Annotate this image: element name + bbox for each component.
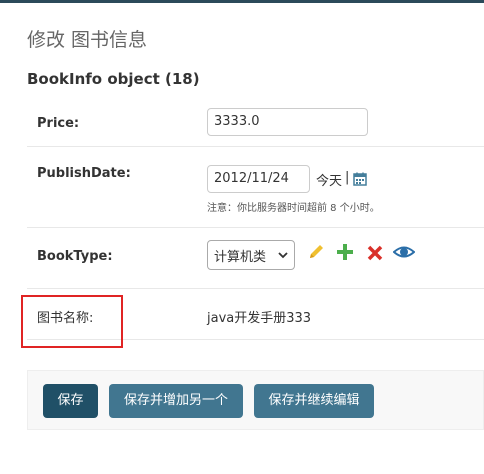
save-continue-button[interactable]: 保存并继续编辑: [254, 384, 374, 418]
save-add-another-button[interactable]: 保存并增加另一个: [109, 384, 243, 418]
publishdate-label: PublishDate:: [37, 166, 131, 181]
timezone-note: 注意：你比服务器时间超前 8 个小时。: [207, 203, 380, 214]
view-related-icon[interactable]: [393, 242, 415, 262]
date-separator: |: [345, 170, 350, 185]
booktype-selected-value: 计算机类: [214, 250, 267, 265]
today-link[interactable]: 今天: [316, 170, 342, 189]
highlight-box: [21, 295, 123, 348]
edit-related-icon[interactable]: [306, 242, 326, 262]
page-title: 修改 图书信息: [27, 29, 148, 51]
calendar-icon[interactable]: [353, 172, 367, 186]
form-row-price: Price: 3333.0: [27, 98, 484, 147]
price-label: Price:: [37, 116, 80, 131]
booktype-label: BookType:: [37, 249, 113, 264]
booktype-select[interactable]: 计算机类: [207, 240, 295, 270]
chevron-down-icon: [278, 252, 288, 259]
object-title: BookInfo object (18): [27, 70, 200, 88]
save-button[interactable]: 保存: [43, 384, 98, 418]
add-related-icon[interactable]: [335, 242, 355, 262]
top-bar: [0, 0, 484, 3]
price-input[interactable]: 3333.0: [207, 108, 368, 136]
form-row-publishdate: PublishDate: 2012/11/24 今天 | 注意：你比服务器时间超…: [27, 147, 484, 228]
submit-row: 保存 保存并增加另一个 保存并继续编辑: [27, 370, 484, 430]
form-row-booktype: BookType: 计算机类: [27, 228, 484, 289]
delete-related-icon[interactable]: [365, 243, 385, 263]
publishdate-input[interactable]: 2012/11/24: [207, 165, 310, 193]
bookname-value: java开发手册333: [207, 311, 312, 326]
